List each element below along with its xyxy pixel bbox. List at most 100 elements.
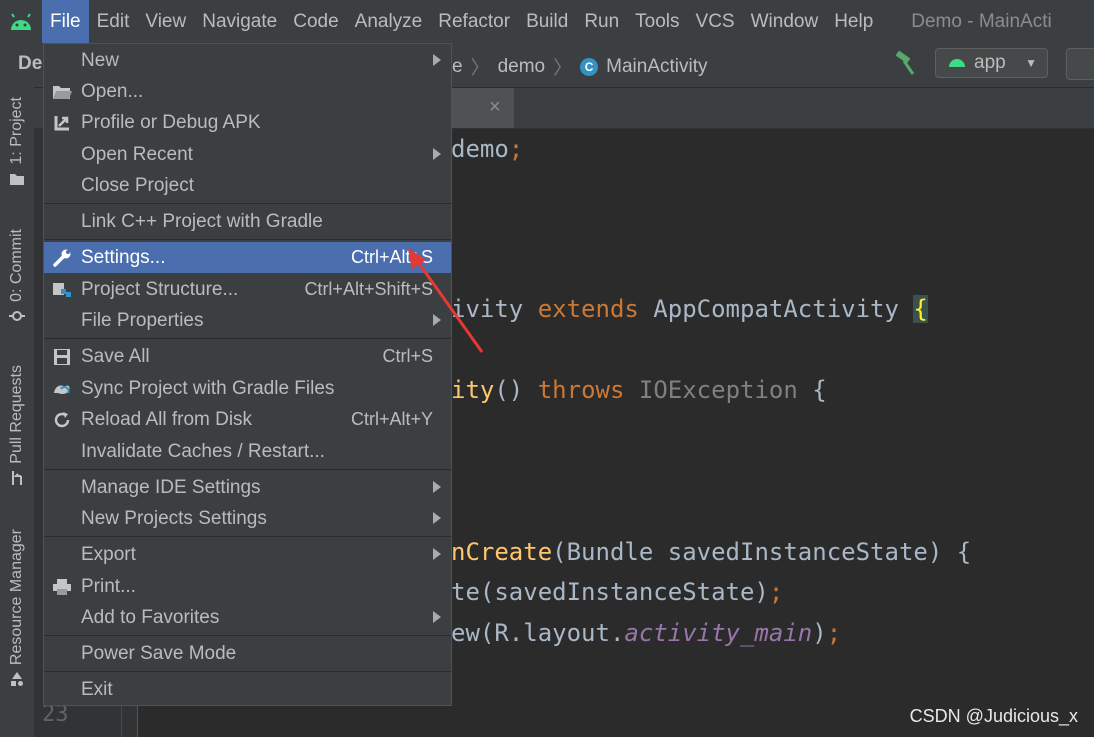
resource-manager-icon — [11, 672, 23, 687]
tool-tab-pull-requests[interactable]: Pull Requests — [3, 365, 31, 486]
menu-item-file-properties[interactable]: File Properties — [44, 305, 451, 336]
tool-tab-label: Resource Manager — [8, 529, 25, 666]
menu-separator — [44, 239, 451, 240]
tool-tab-resource-manager[interactable]: Resource Manager — [3, 529, 31, 687]
submenu-arrow-icon — [433, 314, 441, 326]
breadcrumb: e 〉 demo 〉 C MainActivity — [452, 53, 708, 80]
menu-file[interactable]: File — [42, 0, 89, 43]
menu-edit[interactable]: Edit — [89, 0, 138, 43]
android-icon — [948, 52, 966, 74]
code-token: ity — [451, 376, 495, 404]
code-token: AppCompatActivity — [638, 295, 914, 323]
menu-item-profile-debug-apk[interactable]: Profile or Debug APK — [44, 107, 451, 138]
menu-separator — [44, 203, 451, 204]
menu-item-shortcut: Ctrl+Alt+Shift+S — [304, 279, 433, 299]
left-tool-strip: 1: Project 0: Commit Pull Requests Resou… — [0, 87, 35, 737]
menu-item-add-to-favorites[interactable]: Add to Favorites — [44, 602, 451, 633]
menu-analyze[interactable]: Analyze — [347, 0, 431, 43]
submenu-arrow-icon — [433, 512, 441, 524]
code-token: { — [812, 376, 827, 404]
menu-item-reload-from-disk[interactable]: Reload All from Disk Ctrl+Alt+Y — [44, 404, 451, 435]
menu-tools[interactable]: Tools — [627, 0, 687, 43]
menu-item-label: Exit — [81, 679, 113, 700]
code-token: ; — [768, 578, 784, 606]
menu-item-shortcut: Ctrl+Alt+S — [350, 247, 433, 267]
menu-item-label: Open... — [81, 81, 144, 102]
menu-separator — [44, 338, 451, 339]
code-token: (Bundle savedInstanceState) { — [552, 538, 972, 566]
menu-view[interactable]: View — [137, 0, 194, 43]
menu-run[interactable]: Run — [576, 0, 627, 43]
menu-item-link-cpp-project[interactable]: Link C++ Project with Gradle — [44, 206, 451, 237]
menu-item-project-structure[interactable]: Project Structure... Ctrl+Alt+Shift+S — [44, 274, 451, 305]
menu-item-new[interactable]: New — [44, 45, 451, 76]
menu-item-label: New — [81, 50, 120, 71]
run-configuration-select[interactable]: app ▼ — [935, 48, 1048, 78]
tool-tab-label: 0: Commit — [8, 229, 25, 302]
menu-item-label: Profile or Debug APK — [81, 112, 261, 133]
menu-item-power-save-mode[interactable]: Power Save Mode — [44, 638, 451, 669]
tool-tab-commit[interactable]: 0: Commit — [3, 229, 31, 324]
menu-item-export[interactable]: Export — [44, 539, 451, 570]
breadcrumb-item[interactable]: MainActivity — [606, 56, 707, 78]
folder-icon — [53, 86, 72, 99]
menu-item-print[interactable]: Print... — [44, 571, 451, 602]
menu-item-open[interactable]: Open... — [44, 76, 451, 107]
menu-item-label: Power Save Mode — [81, 643, 237, 664]
code-line: ity() throws IOException { — [451, 376, 827, 404]
menu-separator — [44, 469, 451, 470]
profile-apk-icon — [54, 116, 69, 131]
window-title: Demo - MainActi — [911, 10, 1052, 32]
menu-item-label: Project Structure... — [81, 279, 239, 300]
build-hammer-icon[interactable] — [892, 50, 918, 77]
breadcrumb-item[interactable]: demo — [498, 56, 546, 78]
menu-vcs[interactable]: VCS — [688, 0, 743, 43]
code-token: ; — [508, 135, 524, 163]
class-icon: C — [580, 57, 599, 76]
menu-window[interactable]: Window — [743, 0, 827, 43]
code-token: ivity — [451, 295, 538, 323]
menu-item-sync-gradle[interactable]: Sync Project with Gradle Files — [44, 373, 451, 404]
menu-item-label: Save All — [81, 346, 150, 367]
menu-item-label: Sync Project with Gradle Files — [81, 378, 335, 399]
menu-item-exit[interactable]: Exit — [44, 674, 451, 705]
code-line: demo; — [451, 135, 523, 163]
menu-navigate[interactable]: Navigate — [194, 0, 285, 43]
code-token: te(savedInstanceState) — [451, 578, 769, 606]
menu-code[interactable]: Code — [285, 0, 346, 43]
menu-item-shortcut: Ctrl+Alt+Y — [350, 409, 433, 429]
menu-item-label: File Properties — [81, 310, 204, 331]
menu-item-invalidate-caches[interactable]: Invalidate Caches / Restart... — [44, 436, 451, 467]
run-configuration-label: app — [974, 52, 1006, 73]
menu-item-label: Invalidate Caches / Restart... — [81, 441, 325, 462]
menu-item-close-project[interactable]: Close Project — [44, 170, 451, 201]
commit-icon — [9, 310, 25, 321]
menu-item-label: New Projects Settings — [81, 508, 267, 529]
code-token: ) — [812, 619, 827, 647]
android-studio-logo-icon — [0, 0, 42, 43]
code-token: IOException — [624, 376, 813, 404]
code-line: ew(R.layout.activity_main); — [451, 619, 841, 647]
close-icon[interactable]: × — [489, 96, 501, 119]
menu-bar: File Edit View Navigate Code Analyze Ref… — [0, 0, 1094, 43]
menu-item-settings[interactable]: Settings... Ctrl+Alt+S — [44, 242, 451, 273]
tool-tab-label: Pull Requests — [8, 365, 25, 464]
menu-item-manage-ide-settings[interactable]: Manage IDE Settings — [44, 472, 451, 503]
menu-item-new-projects-settings[interactable]: New Projects Settings — [44, 503, 451, 534]
submenu-arrow-icon — [433, 148, 441, 160]
menu-refactor[interactable]: Refactor — [430, 0, 518, 43]
device-selector-button[interactable] — [1066, 48, 1094, 80]
menu-help[interactable]: Help — [826, 0, 881, 43]
menu-item-open-recent[interactable]: Open Recent — [44, 139, 451, 170]
submenu-arrow-icon — [433, 481, 441, 493]
menu-item-label: Settings... — [81, 247, 166, 268]
tool-tab-project[interactable]: 1: Project — [3, 97, 31, 187]
menu-build[interactable]: Build — [518, 0, 576, 43]
code-token: ew(R.layout. — [451, 619, 625, 647]
breadcrumb-item[interactable]: e — [452, 56, 463, 78]
menu-item-label: Open Recent — [81, 144, 193, 165]
menu-item-label: Add to Favorites — [81, 607, 220, 628]
breadcrumb-root[interactable]: De — [18, 53, 42, 75]
menu-item-shortcut: Ctrl+S — [382, 346, 433, 366]
menu-item-save-all[interactable]: Save All Ctrl+S — [44, 341, 451, 372]
